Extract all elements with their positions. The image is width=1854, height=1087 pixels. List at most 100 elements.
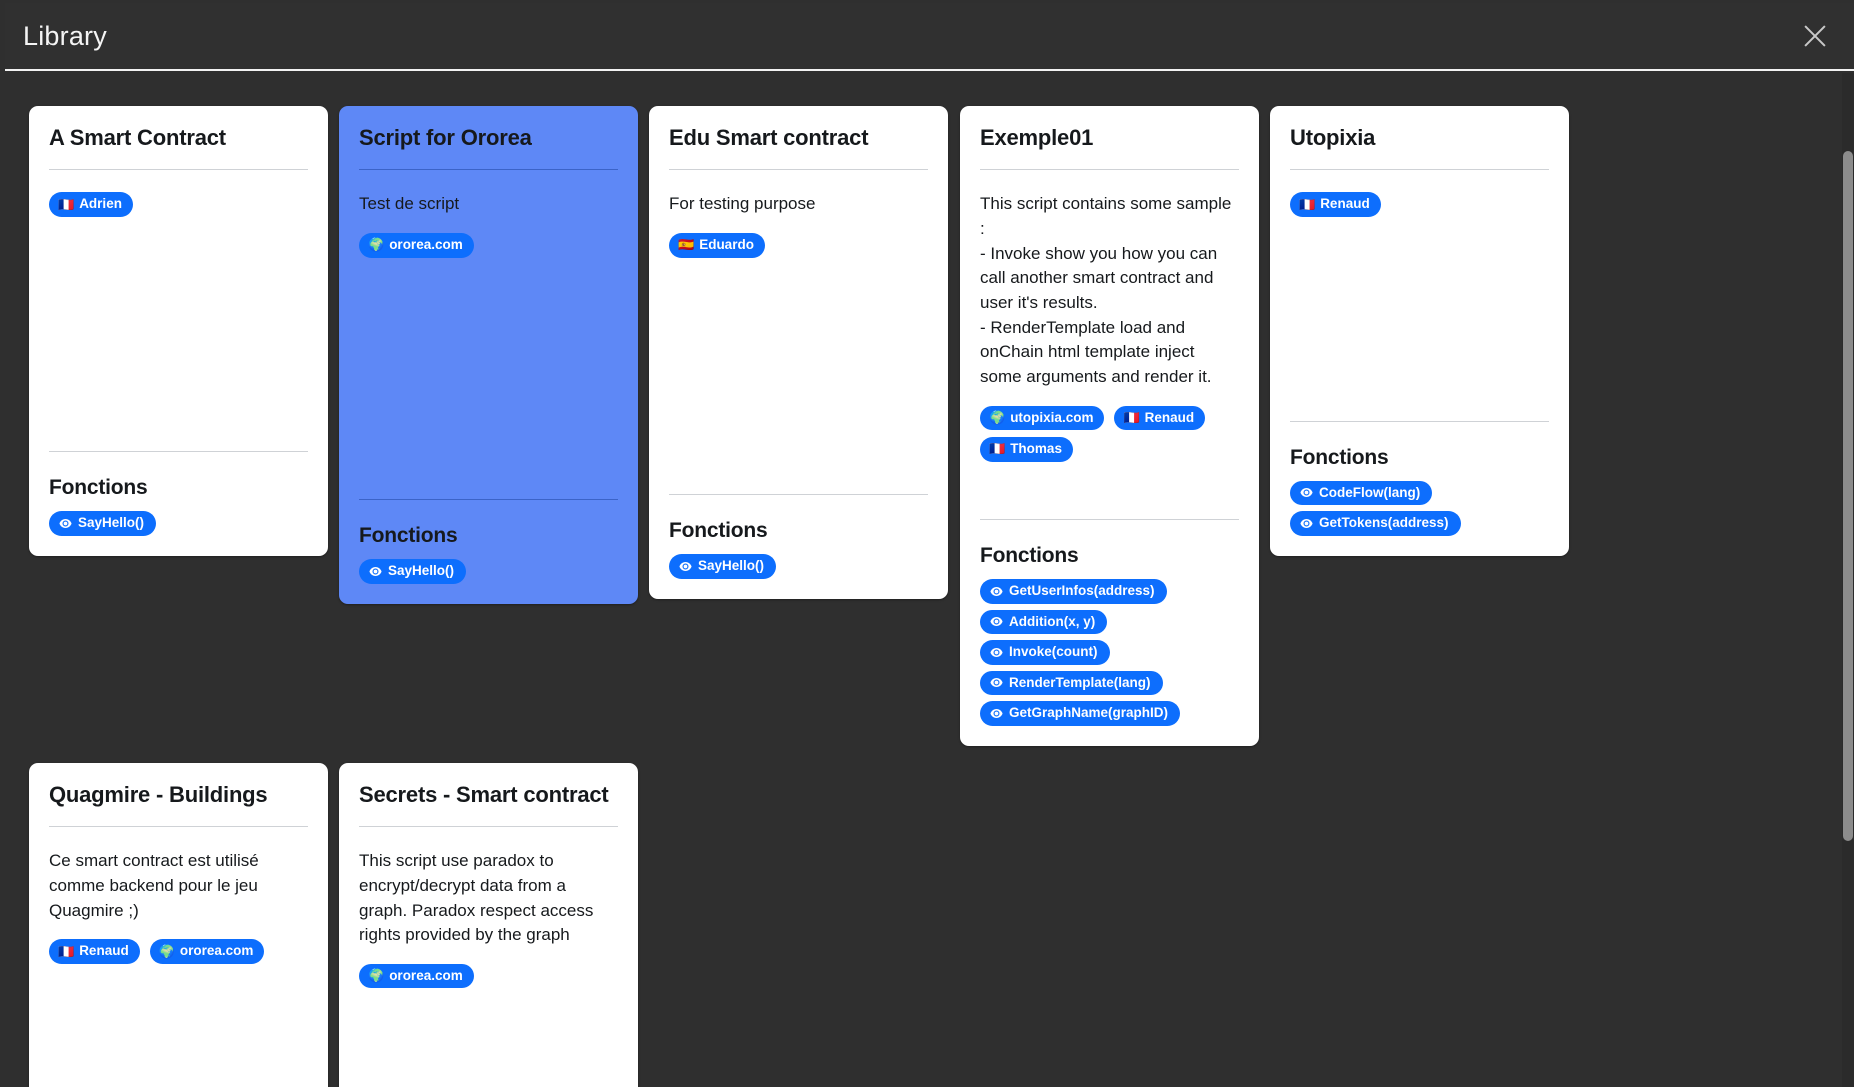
eye-icon [990, 708, 1003, 718]
script-card-grid: A Smart Contract 🇫🇷 Adrien Fonctions SayH… [5, 73, 1569, 1087]
function-badge[interactable]: SayHello() [49, 511, 157, 536]
vertical-scrollbar-thumb[interactable] [1843, 151, 1853, 841]
card-divider-top [49, 826, 308, 828]
globe-icon: 🌍 [368, 968, 385, 984]
script-card-6[interactable]: Secrets - Smart contract This script use… [339, 763, 638, 1087]
script-card-2[interactable]: Edu Smart contract For testing purpose 🇪… [649, 106, 948, 599]
eye-icon [990, 617, 1003, 627]
function-label: Invoke(count) [1009, 644, 1098, 660]
tag-label: ororea.com [179, 943, 254, 959]
eye-icon [679, 561, 692, 571]
script-card-title: Quagmire - Buildings [49, 782, 268, 807]
functions-heading: Fonctions [980, 544, 1079, 568]
functions-heading: Fonctions [669, 519, 768, 543]
script-card-tags: 🌍 ororea.com [359, 233, 618, 258]
eye-icon [1300, 488, 1313, 498]
function-label: SayHello() [698, 558, 765, 574]
window-titlebar: Library [5, 3, 1854, 71]
script-card-5[interactable]: Quagmire - Buildings Ce smart contract e… [29, 763, 328, 1087]
script-card-3[interactable]: Exemple01 This script contains some samp… [960, 106, 1259, 746]
function-badge[interactable]: GetUserInfos(address) [980, 579, 1167, 604]
script-card-tags: 🌍 utopixia.com 🇫🇷 Renaud 🇫🇷 Thomas [980, 405, 1239, 462]
flag-icon: 🇪🇸 [678, 237, 695, 253]
card-spacer [49, 970, 308, 1087]
function-badge[interactable]: GetGraphName(graphID) [980, 701, 1181, 726]
script-card-description: Ce smart contract est utilisé comme back… [49, 851, 259, 920]
tag-label: Eduardo [699, 237, 754, 253]
functions-section: Fonctions SayHello() [359, 524, 618, 584]
card-spacer [49, 223, 308, 452]
card-divider-top [49, 169, 308, 171]
card-divider-top [359, 826, 618, 828]
tag-label: Renaud [79, 943, 129, 959]
script-card-1[interactable]: Script for Ororea Test de script 🌍 ororea… [339, 106, 638, 604]
flag-icon: 🇫🇷 [58, 943, 75, 959]
functions-list: SayHello() [359, 559, 618, 584]
globe-icon: 🌍 [368, 237, 385, 253]
card-divider-top [980, 169, 1239, 171]
card-spacer [980, 468, 1239, 520]
author-tag[interactable]: 🇫🇷 Thomas [980, 437, 1073, 462]
card-divider-bottom [49, 451, 308, 453]
domain-tag[interactable]: 🌍 ororea.com [359, 233, 474, 258]
function-badge[interactable]: GetTokens(address) [1290, 511, 1461, 536]
card-divider-bottom [669, 494, 928, 496]
function-label: RenderTemplate(lang) [1009, 674, 1151, 690]
function-label: GetTokens(address) [1319, 515, 1449, 531]
script-card-title: A Smart Contract [49, 125, 226, 150]
function-badge[interactable]: SayHello() [669, 554, 777, 579]
functions-heading: Fonctions [1290, 445, 1389, 469]
function-badge[interactable]: SayHello() [359, 559, 467, 584]
functions-section: Fonctions SayHello() [49, 476, 308, 536]
author-tag[interactable]: 🇫🇷 Renaud [1290, 192, 1381, 217]
eye-icon [990, 678, 1003, 688]
domain-tag[interactable]: 🌍 utopixia.com [980, 405, 1105, 431]
tag-label: Renaud [1320, 196, 1370, 212]
tag-label: Renaud [1144, 409, 1195, 425]
library-scroll-area[interactable]: A Smart Contract 🇫🇷 Adrien Fonctions SayH… [5, 73, 1854, 1087]
script-card-0[interactable]: A Smart Contract 🇫🇷 Adrien Fonctions SayH… [29, 106, 328, 556]
script-card-title: Utopixia [1290, 125, 1376, 150]
card-divider-top [669, 169, 928, 171]
script-card-tags: 🌍 ororea.com [359, 963, 618, 989]
function-badge[interactable]: CodeFlow(lang) [1290, 480, 1433, 506]
author-tag[interactable]: 🇫🇷 Renaud [49, 939, 140, 964]
function-label: SayHello() [78, 515, 145, 531]
card-spacer [1290, 223, 1549, 421]
eye-icon [990, 647, 1003, 657]
functions-list: CodeFlow(lang) GetTokens(address) [1290, 480, 1549, 536]
card-divider-top [359, 169, 618, 171]
card-divider-bottom [359, 499, 618, 501]
page-title: Library [23, 20, 107, 51]
function-badge[interactable]: RenderTemplate(lang) [980, 670, 1163, 696]
vertical-scrollbar-track[interactable] [1842, 73, 1854, 1087]
card-spacer [359, 994, 618, 1087]
functions-heading: Fonctions [49, 476, 148, 500]
domain-tag[interactable]: 🌍 ororea.com [359, 963, 474, 989]
eye-icon [369, 566, 382, 576]
globe-icon: 🌍 [158, 943, 175, 959]
card-divider-top [1290, 169, 1549, 171]
author-tag[interactable]: 🇪🇸 Eduardo [669, 233, 765, 258]
function-badge[interactable]: Invoke(count) [980, 640, 1110, 665]
card-divider-bottom [1290, 420, 1549, 422]
function-badge[interactable]: Addition(x, y) [980, 609, 1108, 635]
library-window: Library A Smart Contract 🇫🇷 Adrien Foncti… [0, 0, 1854, 1087]
flag-icon: 🇫🇷 [58, 196, 75, 212]
tag-label: ororea.com [389, 237, 463, 253]
function-label: SayHello() [388, 563, 455, 579]
author-tag[interactable]: 🇫🇷 Renaud [1114, 405, 1206, 431]
domain-tag[interactable]: 🌍 ororea.com [149, 939, 265, 964]
flag-icon: 🇫🇷 [989, 441, 1006, 457]
script-card-tags: 🇫🇷 Renaud 🌍 ororea.com [49, 939, 308, 964]
script-card-title: Edu Smart contract [669, 125, 869, 150]
script-card-description: Test de script [359, 194, 460, 214]
author-tag[interactable]: 🇫🇷 Adrien [49, 192, 133, 217]
eye-icon [1300, 518, 1313, 528]
functions-section: Fonctions SayHello() [669, 519, 928, 579]
script-card-tags: 🇫🇷 Renaud [1290, 192, 1549, 217]
script-card-4[interactable]: Utopixia 🇫🇷 Renaud Fonctions CodeFlow(lan… [1270, 106, 1569, 556]
functions-section: Fonctions GetUserInfos(address) Addition(… [980, 544, 1239, 726]
functions-list: SayHello() [49, 511, 308, 536]
close-icon[interactable] [1798, 19, 1832, 53]
